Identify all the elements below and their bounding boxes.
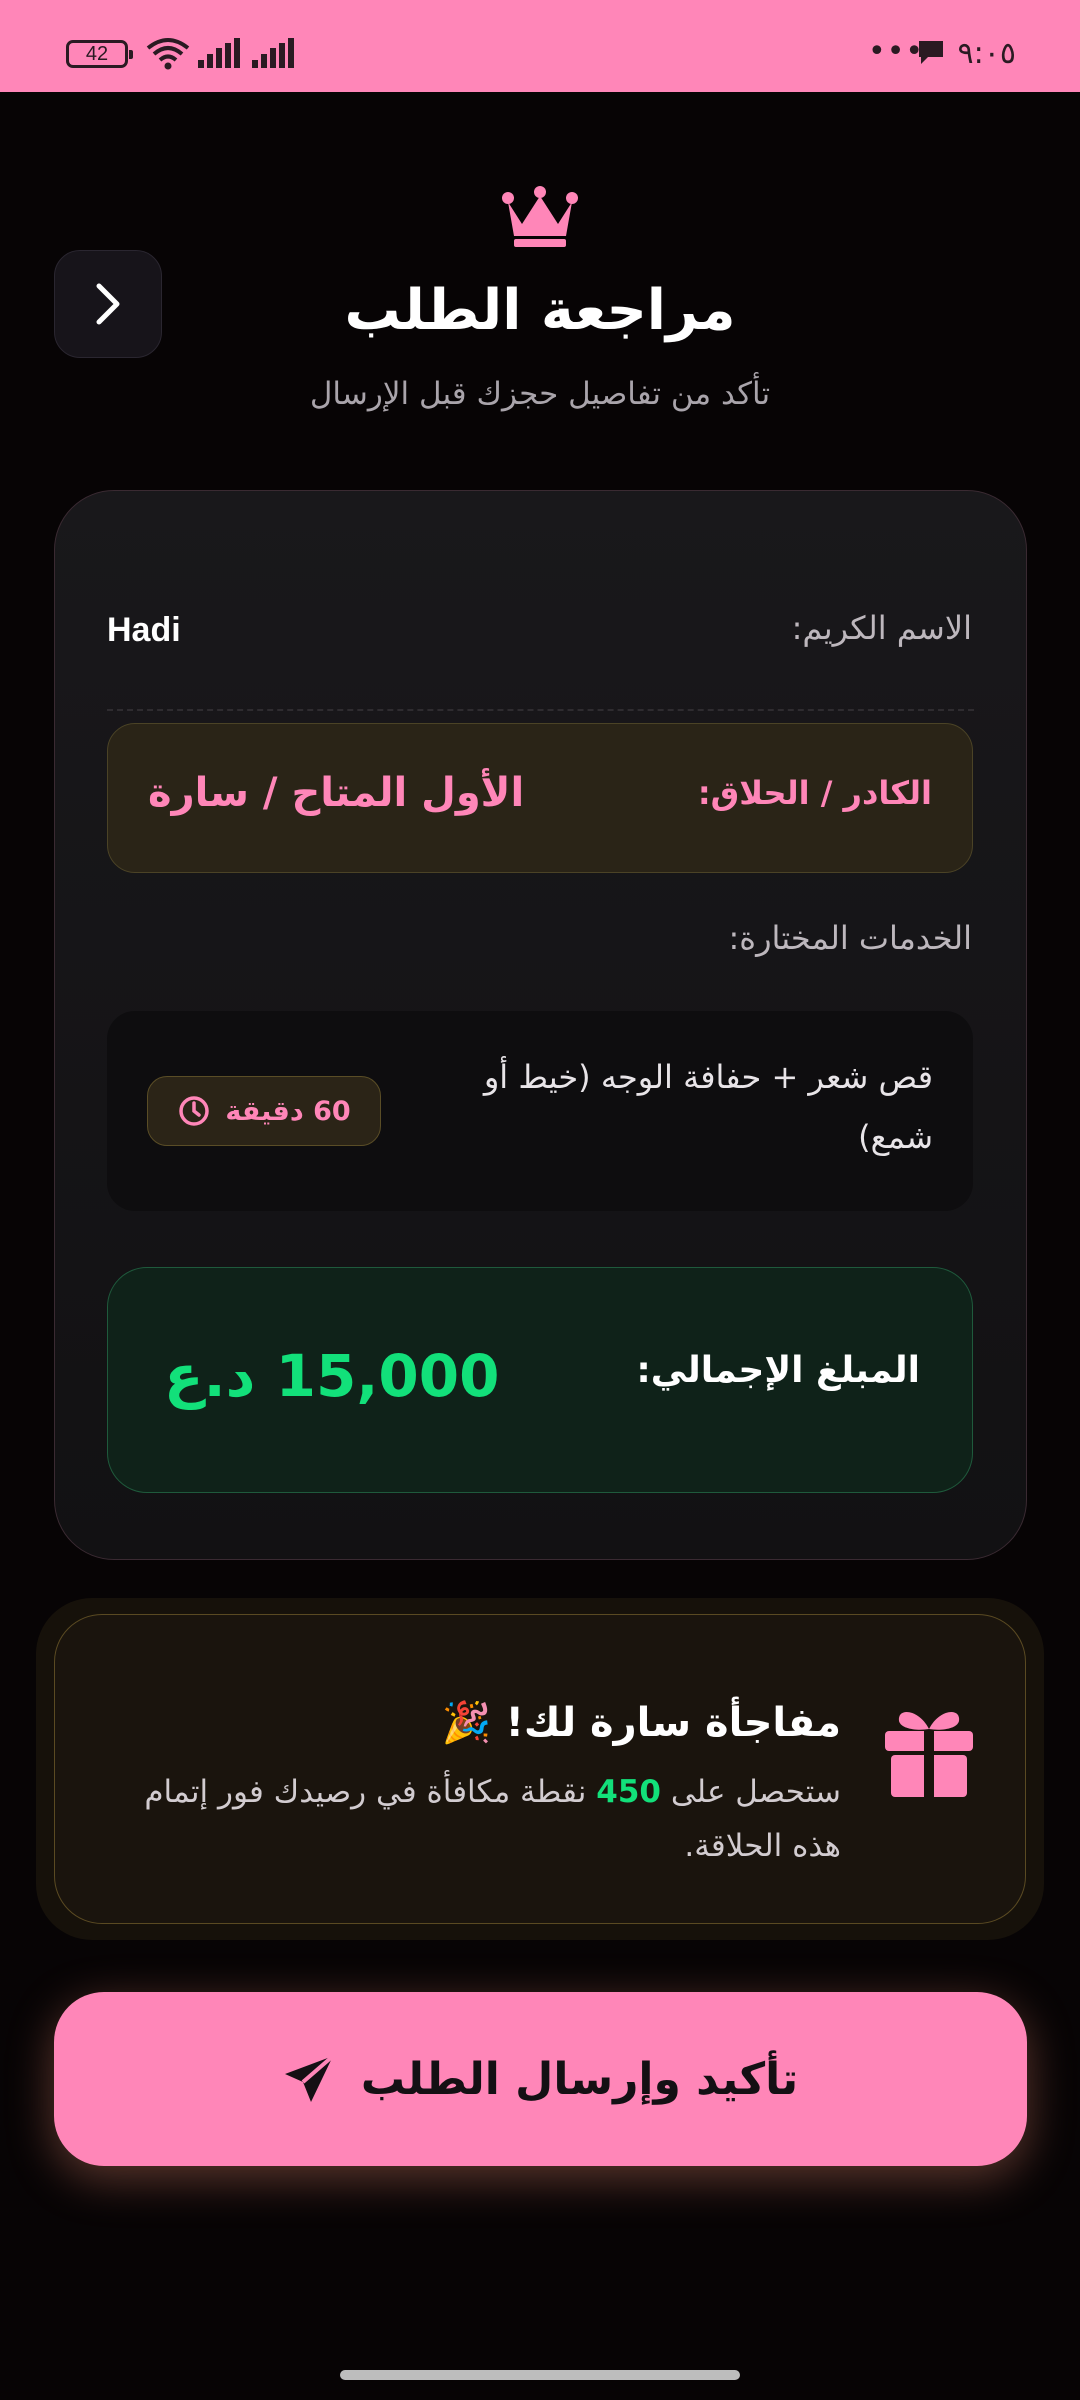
name-label: الاسم الكريم:	[791, 609, 972, 647]
page-subtitle: تأكد من تفاصيل حجزك قبل الإرسال	[309, 376, 771, 412]
status-bar: 42 ••• ٩:٠٥	[0, 0, 1080, 92]
home-indicator[interactable]	[340, 2370, 740, 2380]
order-summary-card: الاسم الكريم: Hadi الكادر / الحلاق: الأو…	[54, 490, 1027, 1560]
barber-label: الكادر / الحلاق:	[697, 774, 932, 812]
signal-icon	[198, 38, 240, 68]
wifi-icon	[146, 38, 190, 70]
gift-icon	[885, 1711, 973, 1797]
duration-text: 60 دقيقة	[225, 1095, 351, 1127]
barber-value: الأول المتاح / سارة	[148, 770, 525, 816]
reward-section: مفاجأة سارة لك! 🎉 ستحصل على 450 نقطة مكا…	[36, 1598, 1044, 1940]
name-value: Hadi	[107, 611, 181, 649]
total-label: المبلغ الإجمالي:	[636, 1350, 920, 1391]
chat-icon	[919, 41, 943, 64]
page-title: مراجعة الطلب	[344, 278, 736, 343]
duration-badge: 60 دقيقة	[147, 1076, 381, 1146]
battery-indicator: 42	[66, 40, 133, 68]
divider	[107, 709, 974, 711]
reward-text: ستحصل على 450 نقطة مكافأة في رصيدك فور إ…	[141, 1765, 841, 1873]
service-item: قص شعر + حفافة الوجه (خيط أو شمع) 60 دقي…	[107, 1011, 973, 1211]
clock-icon	[179, 1096, 210, 1126]
crown-icon	[502, 186, 578, 247]
signal-icon	[252, 38, 294, 68]
reward-title: مفاجأة سارة لك! 🎉	[441, 1700, 841, 1746]
service-name: قص شعر + حفافة الوجه (خيط أو شمع)	[483, 1058, 933, 1156]
reward-text-before: ستحصل على	[670, 1774, 841, 1810]
confirm-submit-button[interactable]: تأكيد وإرسال الطلب	[54, 1992, 1027, 2166]
reward-card: مفاجأة سارة لك! 🎉 ستحصل على 450 نقطة مكا…	[54, 1614, 1026, 1924]
barber-row: الكادر / الحلاق: الأول المتاح / سارة	[107, 723, 973, 873]
submit-label: تأكيد وإرسال الطلب	[360, 2053, 799, 2105]
status-time: ٩:٠٥	[957, 36, 1016, 71]
reward-points: 450	[596, 1774, 661, 1810]
send-icon	[284, 2054, 335, 2102]
total-value: 15,000 د.ع	[164, 1342, 500, 1410]
total-row: المبلغ الإجمالي: 15,000 د.ع	[107, 1267, 973, 1493]
services-label: الخدمات المختارة:	[728, 919, 972, 957]
